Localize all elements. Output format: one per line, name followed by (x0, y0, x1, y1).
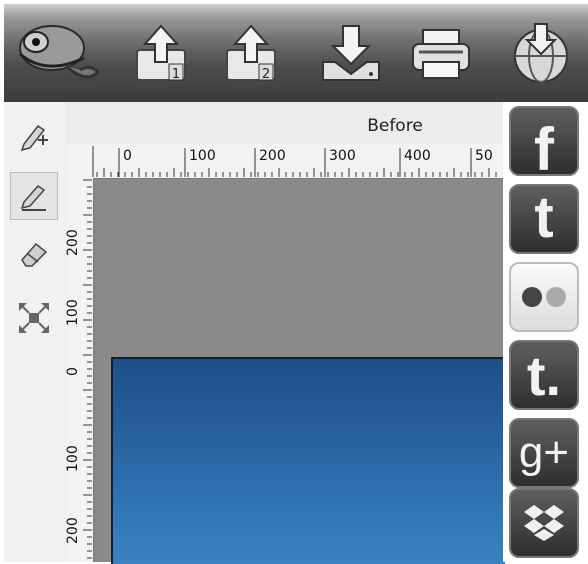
fit-screen-tool[interactable] (10, 294, 58, 342)
print-button[interactable] (404, 12, 478, 96)
eraser-tool[interactable] (10, 230, 58, 278)
download-button[interactable] (314, 12, 388, 96)
twitter-button[interactable]: t (509, 184, 579, 254)
download-icon (322, 25, 380, 81)
view-title: Before (367, 116, 423, 136)
edit-marker-tool[interactable] (10, 172, 58, 220)
vruler-label-200: 200 (65, 229, 81, 256)
vertical-ruler: 200 100 0 100 200 (65, 178, 94, 562)
main-toolbar: 1 2 (4, 4, 588, 102)
flickr-icon (522, 287, 566, 307)
upload-icon: 1 (136, 24, 186, 82)
upload-2-button[interactable]: 2 (214, 12, 288, 96)
upload-2-badge: 2 (262, 67, 270, 82)
tumblr-button[interactable]: t. (509, 340, 579, 410)
dropbox-icon (524, 505, 564, 541)
tumblr-icon: t. (526, 343, 562, 407)
fit-screen-icon (19, 303, 49, 333)
pencil-edit-icon (20, 185, 46, 211)
share-sidebar: f t t. g+ (503, 102, 588, 562)
dropbox-button[interactable] (509, 488, 579, 558)
vruler-label-100b: 100 (65, 445, 81, 472)
printer-icon (412, 29, 470, 79)
chameleon-logo[interactable] (4, 12, 104, 96)
photo-image[interactable] (111, 357, 505, 564)
upload-1-badge: 1 (172, 67, 180, 82)
pencil-add-icon (20, 124, 48, 152)
view-header: Before (67, 102, 503, 144)
hruler-label-100: 100 (189, 148, 216, 164)
web-save-button[interactable] (504, 12, 578, 96)
upload-1-button[interactable]: 1 (124, 12, 198, 96)
hruler-label-500: 50 (475, 148, 493, 164)
tool-sidebar (4, 102, 68, 562)
add-marker-tool[interactable] (10, 112, 58, 160)
hruler-label-300: 300 (329, 148, 356, 164)
vruler-label-200b: 200 (65, 517, 81, 544)
globe-download-icon (514, 23, 568, 83)
eraser-icon (21, 242, 48, 267)
facebook-icon: f (534, 115, 554, 176)
twitter-icon: t (534, 184, 554, 250)
google-plus-icon: g+ (518, 428, 570, 477)
hruler-label-400: 400 (404, 148, 431, 164)
hruler-label-0: 0 (123, 148, 132, 164)
hruler-label-200: 200 (259, 148, 286, 164)
vruler-label-0: 0 (65, 367, 81, 376)
facebook-button[interactable]: f (509, 106, 579, 176)
flickr-button[interactable] (509, 262, 579, 332)
upload-icon: 2 (226, 24, 276, 82)
googleplus-button[interactable]: g+ (509, 418, 579, 488)
horizontal-ruler: 0 100 200 300 400 50 (67, 144, 503, 179)
vruler-label-100: 100 (65, 299, 81, 326)
chameleon-icon (9, 25, 101, 86)
